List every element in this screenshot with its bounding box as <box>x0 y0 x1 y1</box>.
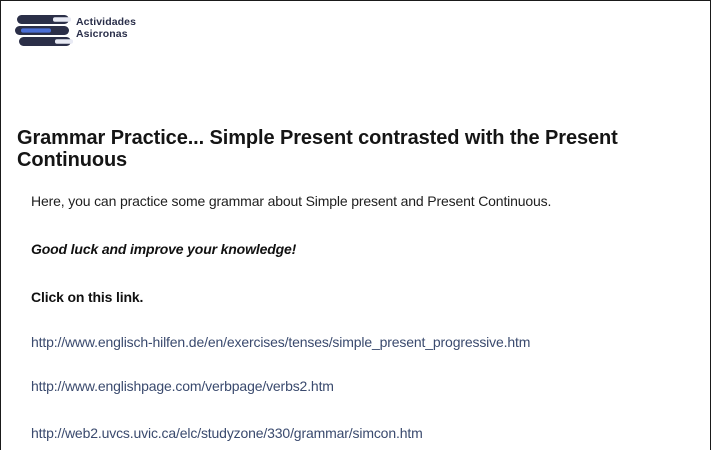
page-frame: Actividades Asicronas Grammar Practice..… <box>0 0 711 450</box>
link-uvic-studyzone[interactable]: http://web2.uvcs.uvic.ca/elc/studyzone/3… <box>31 424 423 442</box>
good-luck-text: Good luck and improve your knowledge! <box>31 241 297 257</box>
page-title: Grammar Practice... Simple Present contr… <box>17 127 618 171</box>
link-englishpage[interactable]: http://www.englishpage.com/verbpage/verb… <box>31 377 334 395</box>
logo-line-2: Asicronas <box>76 28 128 40</box>
click-prompt: Click on this link. <box>31 289 144 305</box>
logo-text: Actividades Asicronas <box>76 16 136 40</box>
intro-text: Here, you can practice some grammar abou… <box>31 193 552 209</box>
site-logo[interactable]: Actividades Asicronas <box>15 14 155 48</box>
books-stack-icon <box>15 15 73 46</box>
logo-line-1: Actividades <box>76 16 137 28</box>
link-englisch-hilfen[interactable]: http://www.englisch-hilfen.de/en/exercis… <box>31 333 530 351</box>
